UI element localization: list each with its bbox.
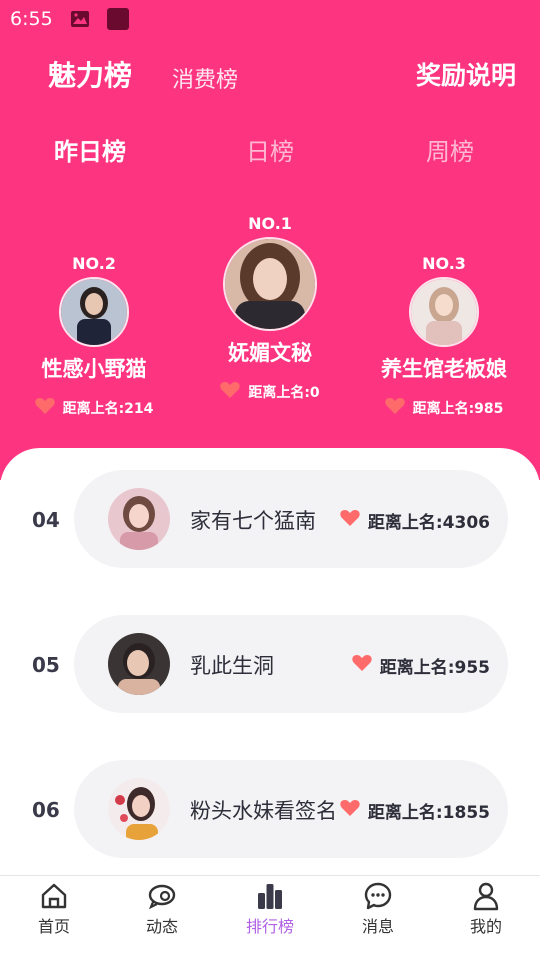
tab-charm-ranking[interactable]: 魅力榜 (48, 54, 132, 94)
status-bar: 6:55 (10, 6, 129, 32)
ranking-icon (255, 881, 285, 911)
distance-info: 距离上名:955 (352, 653, 490, 678)
heart-icon (352, 654, 372, 677)
tab-yesterday[interactable]: 昨日榜 (30, 132, 150, 167)
tab-label: 首页 (37, 917, 70, 936)
list-item[interactable]: 04 家有七个猛南 距离上名:4306 (0, 470, 540, 568)
status-time: 6:55 (10, 8, 53, 30)
tab-profile[interactable]: 我的 (432, 876, 540, 960)
ranking-list: 04 家有七个猛南 距离上名:4306 05 乳此生洞 距离上名:955 06 … (0, 448, 540, 876)
header-banner: 6:55 魅力榜 消费榜 奖励说明 昨日榜 日榜 周榜 NO.1 妩媚文秘 距离… (0, 0, 540, 480)
period-tabs: 昨日榜 日榜 周榜 (0, 132, 540, 168)
podium-first[interactable]: NO.1 妩媚文秘 距离上名:0 (180, 214, 360, 403)
distance-text: 距离上名:955 (379, 658, 490, 678)
distance-info: 距离上名:985 (354, 397, 534, 419)
user-name: 性感小野猫 (41, 357, 147, 381)
ranking-card[interactable]: 家有七个猛南 距离上名:4306 (74, 470, 508, 568)
user-name: 妩媚文秘 (228, 341, 312, 365)
distance-info: 距离上名:0 (180, 381, 360, 403)
user-name: 养生馆老板娘 (381, 357, 507, 381)
heart-icon (340, 799, 360, 822)
heart-icon (34, 397, 55, 419)
distance-info: 距离上名:214 (4, 397, 184, 419)
avatar[interactable] (108, 633, 170, 695)
reward-description-link[interactable]: 奖励说明 (416, 56, 516, 92)
distance-text: 距离上名:4306 (367, 513, 490, 533)
rank-badge: NO.3 (422, 254, 466, 273)
podium-second[interactable]: NO.2 性感小野猫 距离上名:214 (4, 254, 184, 419)
avatar[interactable] (409, 277, 479, 347)
tab-ranking[interactable]: 排行榜 (216, 876, 324, 960)
user-name: 乳此生洞 (190, 654, 274, 678)
list-item[interactable]: 06 粉头水妹看签名 距离上名:1855 (0, 760, 540, 858)
distance-text: 距离上名:0 (248, 385, 320, 401)
profile-icon (471, 881, 501, 911)
heart-icon (220, 381, 241, 403)
tab-daily[interactable]: 日榜 (210, 132, 330, 167)
tab-label: 消息 (361, 917, 394, 936)
tab-home[interactable]: 首页 (0, 876, 108, 960)
ranking-card[interactable]: 乳此生洞 距离上名:955 (74, 615, 508, 713)
list-item[interactable]: 05 乳此生洞 距离上名:955 (0, 615, 540, 713)
tab-label: 动态 (145, 917, 178, 936)
tab-messages[interactable]: 消息 (324, 876, 432, 960)
tab-spending-ranking[interactable]: 消费榜 (172, 62, 238, 94)
distance-text: 距离上名:1855 (367, 803, 490, 823)
tab-weekly[interactable]: 周榜 (390, 132, 510, 167)
rank-badge: NO.2 (72, 254, 116, 273)
avatar[interactable] (108, 778, 170, 840)
distance-info: 距离上名:4306 (340, 508, 490, 533)
gallery-notification-icon (70, 11, 89, 27)
rank-number: 04 (32, 508, 60, 532)
home-icon (39, 881, 69, 911)
avatar[interactable] (59, 277, 129, 347)
tab-moments[interactable]: 动态 (108, 876, 216, 960)
rank-number: 06 (32, 798, 60, 822)
ranking-card[interactable]: 粉头水妹看签名 距离上名:1855 (74, 760, 508, 858)
bottom-tab-bar: 首页 动态 排行榜 消息 我的 (0, 875, 540, 960)
moments-icon (147, 881, 177, 911)
heart-icon (384, 397, 405, 419)
tab-label: 我的 (469, 917, 502, 936)
distance-text: 距离上名:214 (62, 401, 154, 417)
message-icon (363, 881, 393, 911)
podium-third[interactable]: NO.3 养生馆老板娘 距离上名:985 (354, 254, 534, 419)
heart-icon (340, 509, 360, 532)
rank-badge: NO.1 (248, 214, 292, 233)
distance-text: 距离上名:985 (412, 401, 504, 417)
avatar[interactable] (223, 237, 317, 331)
user-name: 家有七个猛南 (190, 509, 316, 533)
user-name: 粉头水妹看签名 (190, 799, 337, 823)
avatar[interactable] (108, 488, 170, 550)
rank-number: 05 (32, 653, 60, 677)
top-navigation: 魅力榜 消费榜 奖励说明 (0, 52, 540, 96)
tab-label: 排行榜 (245, 917, 294, 936)
app-notification-icon (106, 8, 129, 30)
distance-info: 距离上名:1855 (340, 798, 490, 823)
